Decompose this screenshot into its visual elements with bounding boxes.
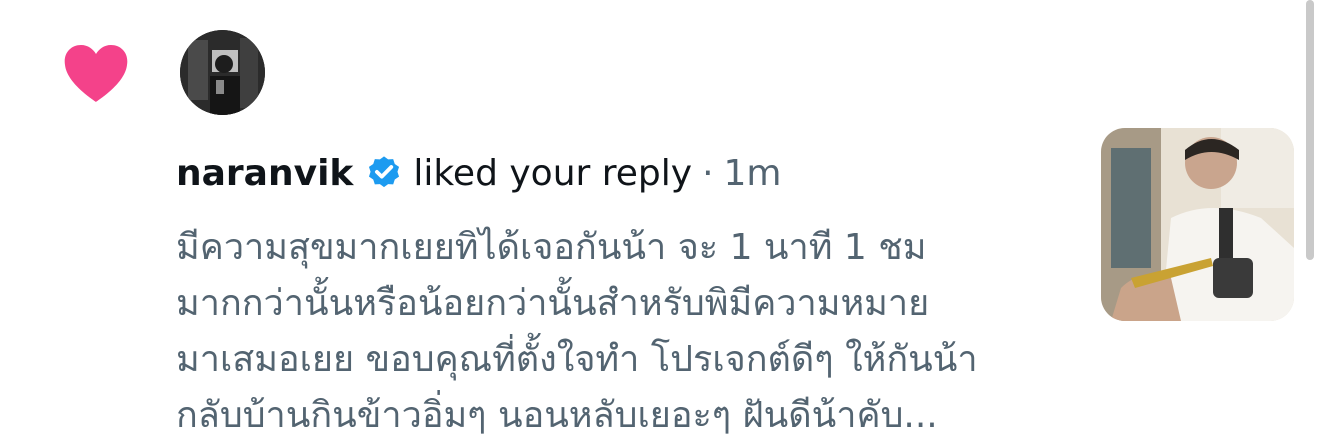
notification-header: naranvik liked your reply · 1m [176, 146, 782, 200]
post-thumbnail[interactable] [1101, 128, 1294, 321]
scrollbar-thumb[interactable] [1306, 0, 1314, 260]
reply-line: กลับบ้านกินข้าวอิ่มๆ นอนหลับเยอะๆ ฝันดีน… [176, 395, 938, 436]
separator: · [702, 152, 714, 194]
action-text: liked your reply [413, 152, 693, 194]
reply-line: มากกว่านั้นหรือน้อยกว่านั้นสำหรับพิมีควา… [176, 283, 930, 324]
username-link[interactable]: naranvik [176, 153, 353, 194]
verified-badge-icon [369, 156, 400, 188]
reply-line: มาเสมอเยย ขอบคุณที่ตั้งใจทำ โปรเจกต์ดีๆ … [176, 339, 978, 380]
like-notification[interactable]: naranvik liked your reply · 1m มีความสุข… [0, 0, 1320, 439]
reply-line: มีความสุขมากเยยทิได้เจอกันน้า จะ 1 นาที … [176, 227, 927, 268]
heart-icon [64, 45, 128, 102]
reply-text[interactable]: มีความสุขมากเยยทิได้เจอกันน้า จะ 1 นาที … [176, 220, 1076, 439]
thumbnail-photo [1101, 128, 1294, 321]
timestamp: 1m [723, 152, 782, 194]
avatar[interactable] [180, 30, 265, 115]
avatar-photo [180, 30, 265, 115]
